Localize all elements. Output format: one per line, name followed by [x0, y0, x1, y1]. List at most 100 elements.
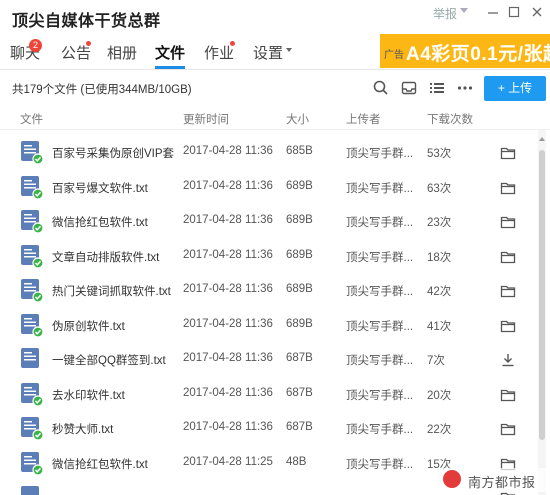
window-title: 顶尖自媒体干货总群: [12, 13, 161, 30]
file-toolbar: 共179个文件 (已使用344MB/10GB) + 上传: [0, 70, 550, 106]
text-file-icon: [20, 208, 44, 234]
table-row[interactable]: 微信抢红包软件.txt 2017-04-28 11:36 689B 顶尖写手群.…: [0, 199, 535, 234]
file-size: 689B: [286, 317, 313, 330]
report-dropdown-icon[interactable]: [460, 8, 468, 13]
file-name[interactable]: 秒赞大师.txt: [52, 421, 174, 437]
text-file-icon: [20, 174, 44, 200]
table-row[interactable]: 文章自动排版软件.txt 2017-04-28 11:36 689B 顶尖写手群…: [0, 234, 535, 269]
ad-text: A4彩页0.1元/张起: [406, 44, 550, 65]
file-name[interactable]: 去水印软件.txt: [52, 387, 174, 403]
file-download-count: 7次: [427, 355, 445, 367]
homework-dot: [230, 41, 235, 46]
text-file-icon: [20, 381, 44, 407]
file-uploader: 顶尖写手群...: [346, 424, 414, 436]
open-folder-icon[interactable]: [500, 145, 516, 161]
watermark: 南方都市报: [440, 468, 550, 492]
file-updated-time: 2017-04-28 11:36: [183, 248, 273, 261]
file-name[interactable]: 一键全部QQ群签到.txt: [52, 352, 174, 368]
open-folder-icon[interactable]: [500, 387, 516, 403]
upload-button[interactable]: + 上传: [484, 76, 546, 101]
open-folder-icon[interactable]: [500, 180, 516, 196]
file-name[interactable]: 伪原创软件.txt: [52, 318, 174, 334]
maximize-icon[interactable]: [506, 4, 522, 20]
text-file-icon: [20, 139, 44, 165]
file-download-count: 22次: [427, 424, 452, 436]
file-icon: [20, 484, 42, 495]
text-file-icon: [20, 415, 44, 441]
file-name[interactable]: 百家号采集伪原创VIP套...: [52, 145, 174, 161]
column-header-size[interactable]: 大小: [286, 111, 309, 127]
table-row[interactable]: 百家号采集伪原创VIP套... 2017-04-28 11:36 685B 顶尖…: [0, 130, 535, 165]
table-row[interactable]: 一键全部QQ群签到.txt 2017-04-28 11:36 687B 顶尖写手…: [0, 337, 535, 372]
file-uploader: 顶尖写手群...: [346, 286, 414, 298]
file-uploader: 顶尖写手群...: [346, 148, 414, 160]
active-tab-indicator: [155, 66, 185, 69]
file-name[interactable]: 热门关键词抓取软件.txt: [52, 283, 174, 299]
open-folder-icon[interactable]: [500, 318, 516, 334]
file-size: 687B: [286, 352, 313, 364]
file-uploader: 顶尖写手群...: [346, 458, 414, 471]
file-size: 689B: [286, 248, 313, 261]
text-file-icon: [20, 243, 44, 269]
file-size: 48B: [286, 455, 307, 468]
tab-homework[interactable]: 作业: [204, 42, 234, 63]
column-header-time[interactable]: 更新时间: [183, 111, 229, 127]
file-count-label: 共179个文件 (已使用344MB/10GB): [12, 84, 192, 96]
open-folder-icon[interactable]: [500, 214, 516, 230]
file-updated-time: 2017-04-28 11:36: [183, 145, 273, 157]
file-name[interactable]: 百家号爆文软件.txt: [52, 180, 174, 196]
settings-caret-icon[interactable]: [286, 48, 292, 52]
file-updated-time: 2017-04-28 11:36: [183, 421, 273, 433]
file-download-count: 63次: [427, 182, 452, 195]
file-name[interactable]: 微信抢红包软件.txt: [52, 456, 174, 472]
table-row[interactable]: 热门关键词抓取软件.txt 2017-04-28 11:36 689B 顶尖写手…: [0, 268, 535, 303]
file-download-count: 18次: [427, 251, 452, 264]
ad-banner[interactable]: 广告 A4彩页0.1元/张起: [380, 34, 550, 68]
title-bar: 顶尖自媒体干货总群 举报: [0, 0, 550, 34]
file-download-count: 42次: [427, 286, 452, 298]
file-list: 百家号采集伪原创VIP套... 2017-04-28 11:36 685B 顶尖…: [0, 130, 535, 495]
scroll-up-icon[interactable]: [538, 130, 546, 141]
file-size: 685B: [286, 145, 313, 157]
file-download-count: 20次: [427, 389, 452, 402]
list-view-icon[interactable]: [428, 79, 446, 97]
table-row[interactable]: 百家号爆文软件.txt 2017-04-28 11:36 689B 顶尖写手群.…: [0, 165, 535, 200]
ad-tag: 广告: [384, 50, 404, 61]
table-row[interactable]: 去水印软件.txt 2017-04-28 11:36 687B 顶尖写手群...…: [0, 372, 535, 407]
column-header-file[interactable]: 文件: [20, 111, 43, 127]
table-row[interactable]: 伪原创软件.txt 2017-04-28 11:36 689B 顶尖写手群...…: [0, 303, 535, 338]
close-icon[interactable]: [529, 4, 545, 20]
file-uploader: 顶尖写手群...: [346, 389, 414, 402]
text-file-icon: [20, 450, 44, 476]
report-button[interactable]: 举报: [433, 5, 457, 22]
file-name[interactable]: 微信抢红包软件.txt: [52, 214, 174, 230]
file-size: 689B: [286, 214, 313, 226]
minimize-icon[interactable]: [485, 4, 501, 20]
tab-files[interactable]: 文件: [155, 42, 185, 63]
scrollbar-thumb[interactable]: [539, 150, 545, 440]
file-updated-time: 2017-04-28 11:36: [183, 386, 273, 399]
announcement-dot: [86, 41, 91, 46]
column-header-downloads[interactable]: 下载次数: [427, 111, 473, 127]
table-row[interactable]: 秒赞大师.txt 2017-04-28 11:36 687B 顶尖写手群... …: [0, 406, 535, 441]
open-folder-icon[interactable]: [500, 249, 516, 265]
file-name[interactable]: 文章自动排版软件.txt: [52, 249, 174, 265]
download-icon[interactable]: [500, 352, 516, 368]
column-header-uploader[interactable]: 上传者: [346, 111, 381, 127]
file-size: 689B: [286, 179, 313, 192]
text-file-icon: [20, 312, 44, 338]
file-download-count: 41次: [427, 320, 452, 333]
tab-album[interactable]: 相册: [107, 42, 137, 63]
more-icon[interactable]: [456, 79, 474, 97]
open-folder-icon[interactable]: [500, 283, 516, 299]
file-updated-time: 2017-04-28 11:36: [183, 352, 273, 364]
file-updated-time: 2017-04-28 11:36: [183, 179, 273, 192]
watermark-text: 南方都市报: [468, 475, 536, 490]
file-uploader: 顶尖写手群...: [346, 217, 414, 229]
inbox-icon[interactable]: [400, 79, 418, 97]
tab-settings[interactable]: 设置: [253, 42, 283, 63]
text-file-icon: [20, 346, 42, 370]
search-icon[interactable]: [372, 79, 390, 97]
table-header: 文件 更新时间 大小 上传者 下载次数: [0, 106, 550, 130]
open-folder-icon[interactable]: [500, 421, 516, 437]
